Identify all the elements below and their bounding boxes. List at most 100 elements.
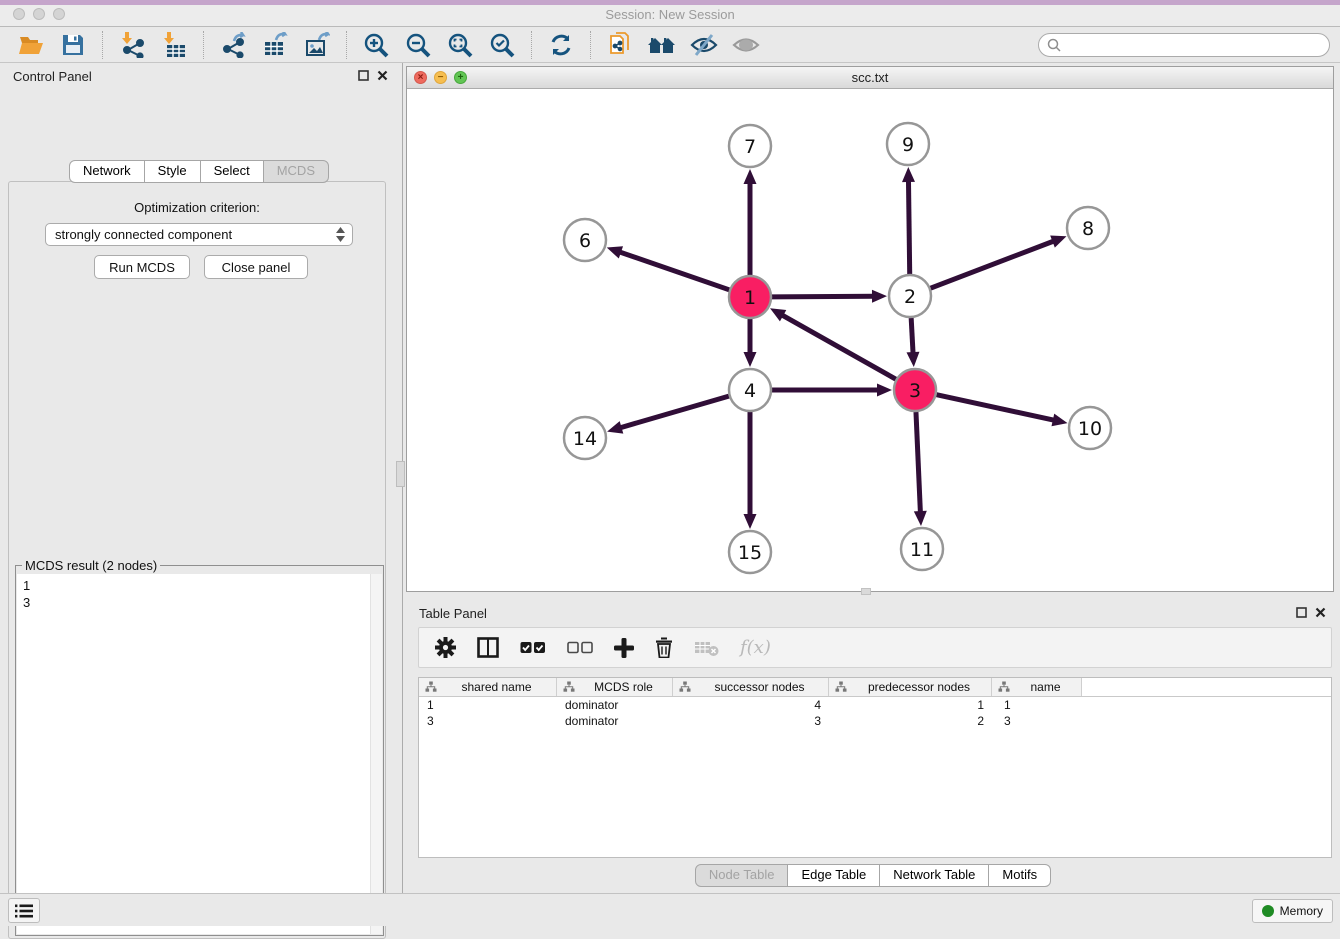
zoom-selected-icon[interactable] <box>487 30 517 60</box>
deselect-all-icon[interactable] <box>567 641 593 655</box>
clone-network-icon[interactable] <box>605 30 635 60</box>
network-graph[interactable]: 7968124314101511 <box>407 89 1333 591</box>
toolbar-separator <box>590 31 591 59</box>
optimization-criterion-label: Optimization criterion: <box>9 200 385 215</box>
node-table[interactable]: shared nameMCDS rolesuccessor nodes prede… <box>418 677 1332 858</box>
task-history-button[interactable] <box>8 898 40 923</box>
tab-select[interactable]: Select <box>200 160 264 183</box>
memory-label: Memory <box>1280 904 1323 918</box>
vertical-splitter-handle[interactable] <box>396 461 405 487</box>
first-neighbors-icon[interactable] <box>647 30 677 60</box>
node-label-10: 10 <box>1078 418 1102 440</box>
column-header-successor-nodes[interactable]: successor nodes <box>673 678 829 696</box>
table-tab-network-table[interactable]: Network Table <box>879 864 989 887</box>
main-toolbar <box>0 27 1340 63</box>
memory-status-icon <box>1262 905 1274 917</box>
table-cell: 3 <box>992 714 1082 728</box>
node-label-6: 6 <box>579 230 591 252</box>
edge-3-10[interactable] <box>936 395 1055 421</box>
close-panel-icon[interactable] <box>377 70 388 81</box>
import-network-icon[interactable] <box>117 30 147 60</box>
gear-icon[interactable] <box>435 637 456 658</box>
column-header-MCDS-role[interactable]: MCDS role <box>557 678 673 696</box>
hide-selected-icon[interactable] <box>689 30 719 60</box>
open-folder-icon[interactable] <box>16 30 46 60</box>
edge-2-9[interactable] <box>908 179 909 274</box>
column-header-name[interactable]: name <box>992 678 1082 696</box>
table-row[interactable]: 1dominator411 <box>419 697 1331 713</box>
search-input[interactable] <box>1066 38 1329 52</box>
float-panel-icon[interactable] <box>358 70 369 81</box>
network-window-titlebar[interactable]: × − + scc.txt <box>407 67 1333 89</box>
edge-1-2[interactable] <box>772 296 875 297</box>
export-image-icon[interactable] <box>302 30 332 60</box>
table-row[interactable]: 3dominator323 <box>419 713 1331 729</box>
table-tab-motifs[interactable]: Motifs <box>988 864 1051 887</box>
memory-button[interactable]: Memory <box>1252 899 1333 923</box>
tab-style[interactable]: Style <box>144 160 201 183</box>
import-table-icon[interactable] <box>159 30 189 60</box>
table-cell: dominator <box>557 714 673 728</box>
table-tab-edge-table[interactable]: Edge Table <box>787 864 880 887</box>
export-table-icon[interactable] <box>260 30 290 60</box>
table-cell: 3 <box>419 714 557 728</box>
columns-icon[interactable] <box>477 637 499 658</box>
node-label-7: 7 <box>744 136 756 158</box>
add-column-icon[interactable] <box>614 638 634 658</box>
save-icon[interactable] <box>58 30 88 60</box>
mcds-result-group: MCDS result (2 nodes) 13 <box>15 565 384 936</box>
show-all-icon[interactable] <box>731 30 761 60</box>
zoom-in-icon[interactable] <box>361 30 391 60</box>
edge-4-14[interactable] <box>619 396 729 428</box>
arrowhead-2-3 <box>906 352 919 367</box>
refresh-icon[interactable] <box>546 30 576 60</box>
node-label-2: 2 <box>904 286 916 308</box>
column-header-label: predecessor nodes <box>847 680 991 694</box>
edge-3-1[interactable] <box>780 314 895 379</box>
node-label-11: 11 <box>910 539 934 561</box>
mcds-result-area[interactable]: 13 <box>17 574 382 934</box>
zoom-fit-icon[interactable] <box>445 30 475 60</box>
arrowhead-1-6 <box>607 246 623 258</box>
table-toolbar: f(x) <box>418 627 1332 668</box>
search-box[interactable] <box>1038 33 1330 57</box>
edge-2-8[interactable] <box>931 240 1056 288</box>
criterion-dropdown[interactable]: strongly connected component <box>45 223 353 246</box>
edge-1-6[interactable] <box>618 251 729 289</box>
result-line: 3 <box>23 594 382 611</box>
tab-network[interactable]: Network <box>69 160 145 183</box>
float-table-panel-icon[interactable] <box>1296 607 1307 618</box>
arrowhead-3-10 <box>1051 414 1067 427</box>
column-header-label: shared name <box>437 680 556 694</box>
select-all-icon[interactable] <box>520 641 546 655</box>
top-purple-strip <box>0 0 1340 5</box>
mcds-panel: Optimization criterion: strongly connect… <box>8 181 386 939</box>
column-header-shared-name[interactable]: shared name <box>419 678 557 696</box>
result-scrollbar[interactable] <box>370 574 382 934</box>
table-tabs: Node TableEdge TableNetwork TableMotifs <box>406 864 1340 887</box>
column-header-predecessor-nodes[interactable]: predecessor nodes <box>829 678 992 696</box>
arrowhead-4-15 <box>744 514 757 529</box>
sort-tree-icon <box>425 681 437 693</box>
node-label-8: 8 <box>1082 218 1094 240</box>
sort-tree-icon <box>998 681 1010 693</box>
edge-3-11[interactable] <box>916 412 920 514</box>
close-table-panel-icon[interactable] <box>1315 607 1326 618</box>
tab-mcds[interactable]: MCDS <box>263 160 329 183</box>
delete-column-icon[interactable] <box>655 637 673 658</box>
table-tab-node-table[interactable]: Node Table <box>695 864 789 887</box>
function-builder-icon: f(x) <box>740 637 771 658</box>
window-title: Session: New Session <box>0 7 1340 22</box>
column-header-label: name <box>1010 680 1081 694</box>
control-panel-title: Control Panel <box>13 69 92 84</box>
zoom-out-icon[interactable] <box>403 30 433 60</box>
table-panel-header: Table Panel <box>406 600 1340 628</box>
close-panel-button[interactable]: Close panel <box>204 255 308 279</box>
network-canvas[interactable]: 7968124314101511 <box>407 89 1333 591</box>
result-line: 1 <box>23 577 382 594</box>
edge-2-3[interactable] <box>911 318 913 355</box>
run-mcds-button[interactable]: Run MCDS <box>94 255 190 279</box>
node-label-15: 15 <box>738 542 762 564</box>
export-network-icon[interactable] <box>218 30 248 60</box>
horizontal-splitter-handle[interactable] <box>861 588 871 595</box>
